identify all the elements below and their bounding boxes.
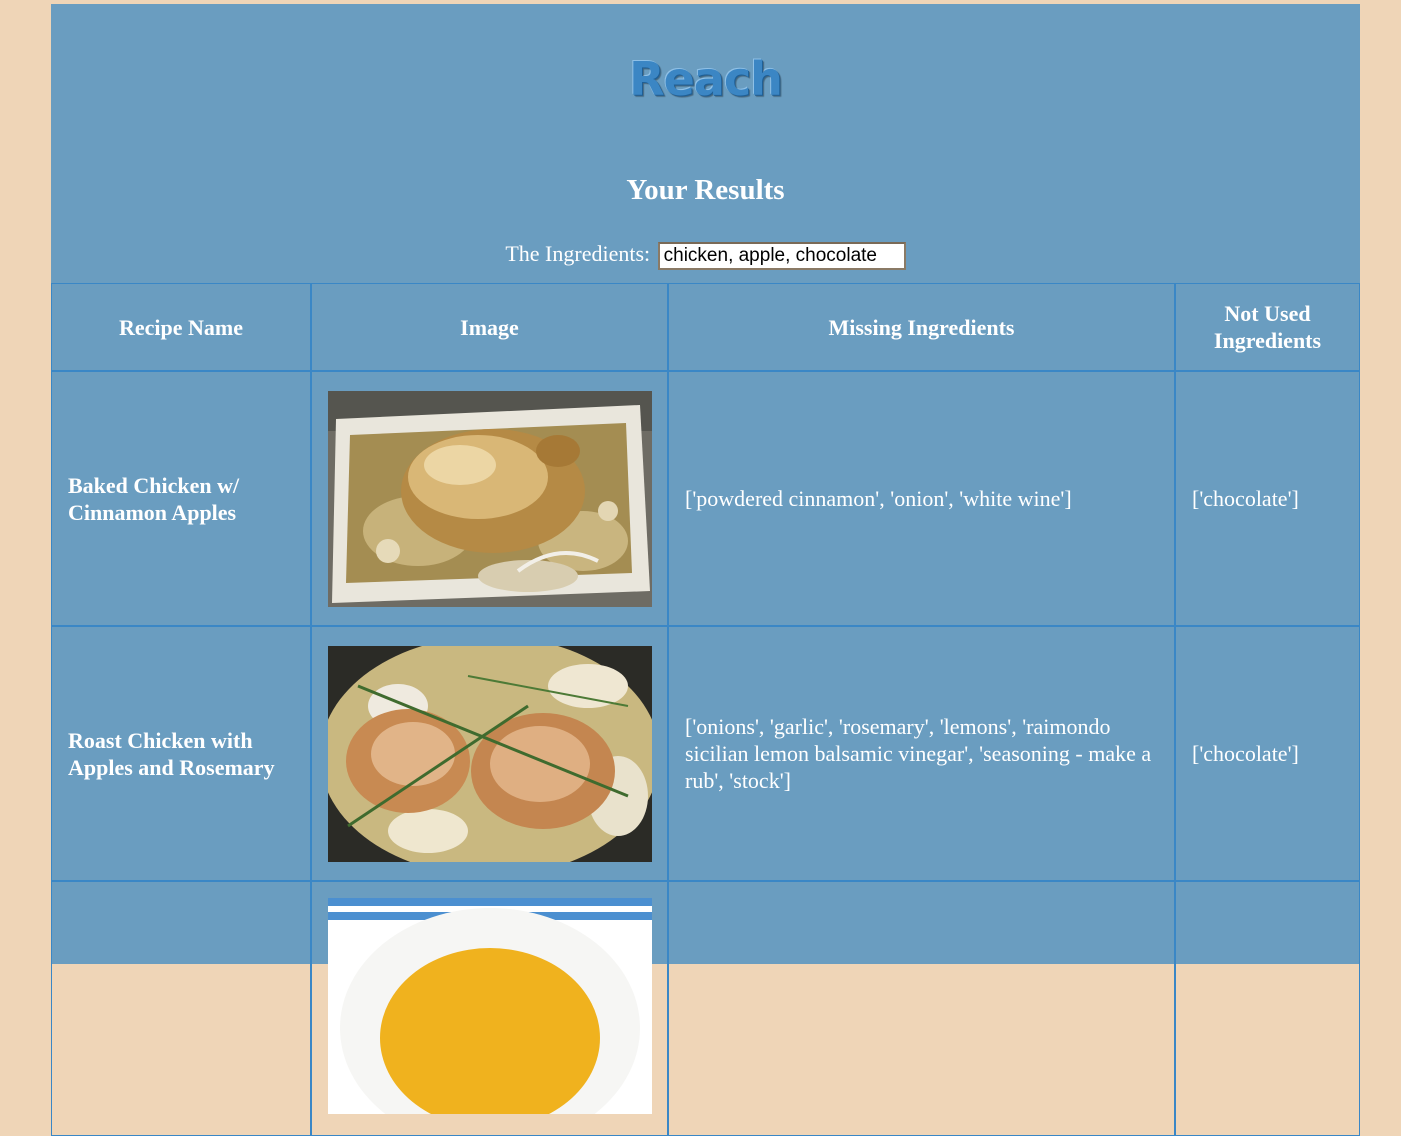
soup-bowl-photo (328, 898, 652, 1114)
recipe-image-cell (311, 371, 668, 626)
recipe-name-cell (51, 881, 311, 1136)
recipe-name-cell: Baked Chicken w/ Cinnamon Apples (51, 371, 311, 626)
recipe-image-cell (311, 881, 668, 1136)
results-table: Recipe Name Image Missing Ingredients No… (51, 283, 1360, 1136)
not-used-ingredients-cell: ['chocolate'] (1175, 371, 1360, 626)
column-header-not-used-ingredients: Not Used Ingredients (1175, 283, 1360, 371)
column-header-missing-ingredients: Missing Ingredients (668, 283, 1175, 371)
not-used-ingredients-cell: ['chocolate'] (1175, 626, 1360, 881)
recipe-name-cell: Roast Chicken with Apples and Rosemary (51, 626, 311, 881)
results-panel: Reach Your Results The Ingredients: Reci… (51, 4, 1360, 1136)
missing-ingredients-cell: ['onions', 'garlic', 'rosemary', 'lemons… (668, 626, 1175, 881)
recipe-image-cell (311, 626, 668, 881)
missing-ingredients-cell (668, 881, 1175, 1136)
page-title: Your Results (626, 174, 785, 206)
missing-ingredients-cell: ['powdered cinnamon', 'onion', 'white wi… (668, 371, 1175, 626)
column-header-image: Image (311, 283, 668, 371)
chicken-rosemary-photo (328, 645, 652, 862)
table-row: Roast Chicken with Apples and Rosemary [… (51, 626, 1360, 881)
table-header-row: Recipe Name Image Missing Ingredients No… (51, 283, 1360, 371)
reach-logo[interactable]: Reach (51, 52, 1360, 106)
column-header-recipe-name: Recipe Name (51, 283, 311, 371)
table-row: Baked Chicken w/ Cinnamon Apples ['powde… (51, 371, 1360, 626)
ingredients-label: The Ingredients: (505, 241, 651, 266)
not-used-ingredients-cell (1175, 881, 1360, 1136)
ingredients-row: The Ingredients: (51, 236, 1360, 272)
table-row (51, 881, 1360, 1136)
roast-chicken-photo (328, 390, 652, 607)
ingredients-input[interactable] (657, 241, 906, 270)
